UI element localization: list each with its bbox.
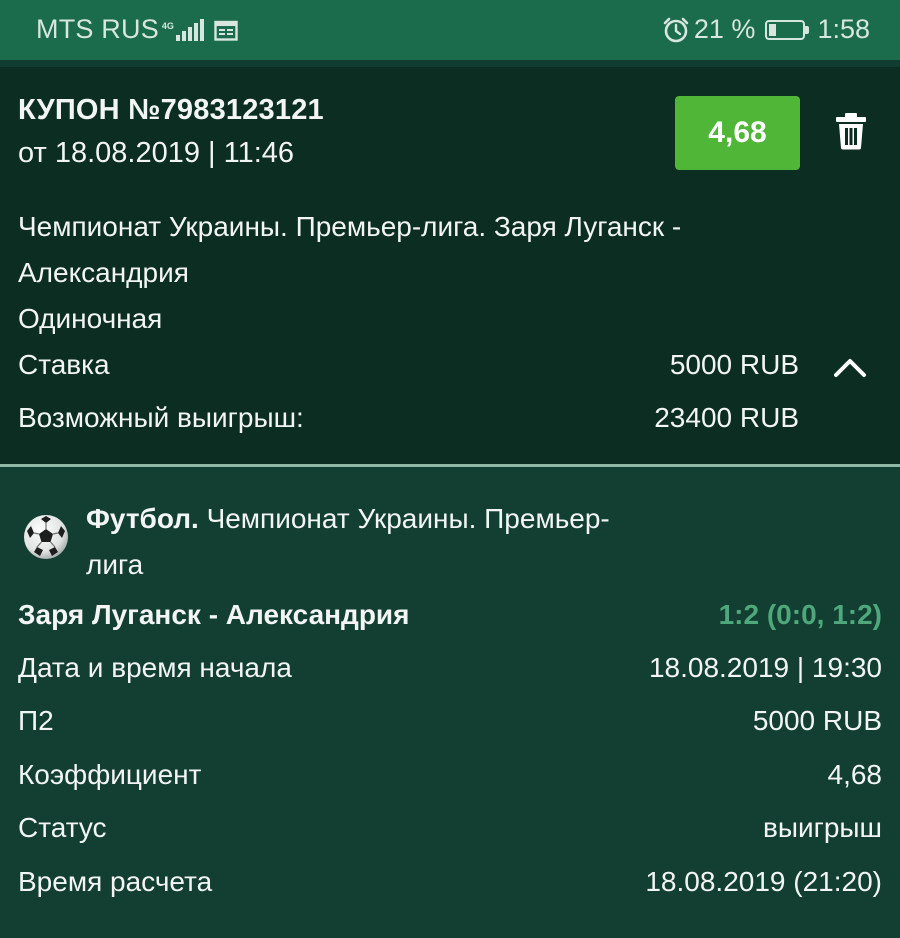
bet-type: Одиночная (18, 303, 163, 334)
battery-percent: 21 % (693, 14, 756, 44)
sport-league: Футбол. Чемпионат Украины. Премьер- лига (86, 496, 646, 588)
detail-row-start-time: Дата и время начала 18.08.2019 | 19:30 (18, 652, 882, 684)
match-name: Заря Луганск - Александрия (18, 599, 410, 630)
detail-row-outcome: П2 5000 RUB (18, 705, 882, 737)
soccer-ball-icon (24, 515, 68, 559)
trash-icon[interactable] (834, 112, 868, 150)
coupon-date: от 18.08.2019 | 11:46 (18, 137, 295, 169)
battery-icon (765, 19, 810, 40)
carrier-name: MTS RUS (36, 14, 159, 44)
match-score: 1:2 (0:0, 1:2) (718, 599, 882, 630)
status-bar-right: 21 % 1:58 (662, 14, 870, 45)
stake-row: Ставка 5000 RUB (18, 349, 799, 381)
payout-row: Возможный выигрыш: 23400 RUB (18, 402, 799, 434)
detail-row-settled-time: Время расчета 18.08.2019 (21:20) (18, 866, 882, 898)
event-title-line2: Александрия (18, 257, 189, 288)
detail-label: Статус (18, 812, 107, 843)
detail-label: Время расчета (18, 866, 213, 897)
signal-icon (175, 18, 204, 41)
alarm-icon (663, 17, 689, 42)
match-row: Заря Луганск - Александрия 1:2 (0:0, 1:2… (18, 599, 882, 631)
league-line1: Чемпионат Украины. Премьер- (198, 503, 610, 534)
status-bar: MTS RUS 4G 21 % 1:58 (0, 0, 900, 60)
detail-label: Коэффициент (18, 759, 202, 790)
stake-value: 5000 RUB (669, 349, 799, 380)
detail-value: 18.08.2019 | 19:30 (648, 652, 882, 683)
odds-badge: 4,68 (675, 96, 800, 170)
status-bar-left: MTS RUS 4G (36, 14, 238, 45)
stake-label: Ставка (18, 349, 110, 380)
detail-value: выигрыш (762, 812, 882, 843)
detail-value: 18.08.2019 (21:20) (645, 866, 882, 897)
chevron-up-icon[interactable] (832, 355, 868, 379)
network-type: 4G (161, 21, 174, 31)
sport-name: Футбол. (86, 503, 199, 534)
detail-row-status: Статус выигрыш (18, 812, 882, 844)
detail-label: П2 (18, 705, 54, 736)
detail-value: 5000 RUB (752, 705, 882, 736)
clock: 1:58 (817, 14, 870, 44)
payout-label: Возможный выигрыш: (18, 402, 304, 433)
bet-details: Футбол. Чемпионат Украины. Премьер- лига… (0, 467, 900, 938)
coupon-summary[interactable]: КУПОН №7983123121 от 18.08.2019 | 11:46 … (0, 67, 900, 464)
battery-level (769, 23, 777, 36)
event-title-line1: Чемпионат Украины. Премьер-лига. Заря Лу… (18, 211, 682, 242)
detail-row-coefficient: Коэффициент 4,68 (18, 759, 882, 791)
league-line2: лига (86, 549, 144, 580)
detail-label: Дата и время начала (18, 652, 292, 683)
detail-value: 4,68 (827, 759, 883, 790)
payout-value: 23400 RUB (654, 402, 799, 433)
coupon-title: КУПОН №7983123121 (18, 94, 324, 126)
calendar-icon (214, 20, 238, 41)
